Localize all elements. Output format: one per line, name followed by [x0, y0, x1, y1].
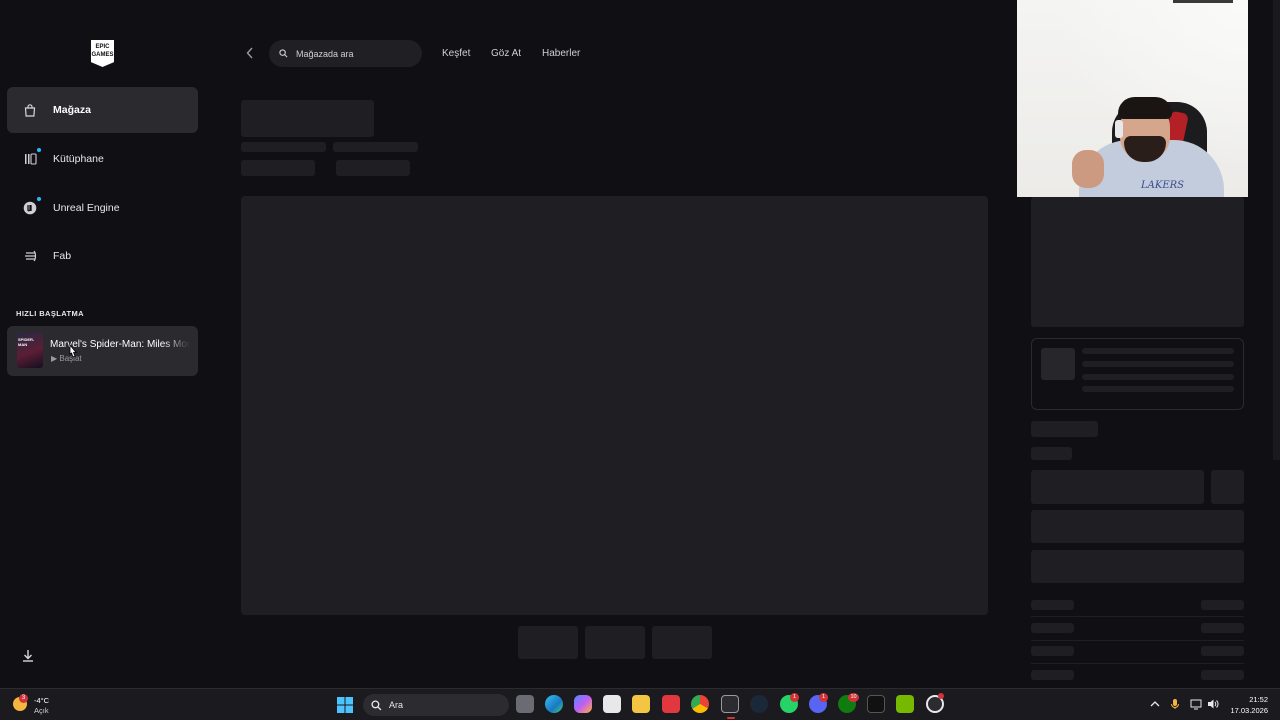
- divider: [1031, 616, 1244, 617]
- nav-link-news[interactable]: Haberler: [542, 48, 580, 59]
- chrome-icon[interactable]: [691, 695, 709, 713]
- sidebar-item-label: Kütüphane: [53, 153, 104, 165]
- notification-badge: 1: [819, 693, 828, 702]
- copilot-icon[interactable]: [574, 695, 592, 713]
- skeleton-line: [1082, 361, 1234, 367]
- sidebar-item-label: Unreal Engine: [53, 202, 120, 214]
- recording-dot: [938, 693, 944, 699]
- epic-games-icon[interactable]: [721, 695, 739, 713]
- amazon-icon[interactable]: [867, 695, 885, 713]
- search-input[interactable]: [296, 48, 406, 59]
- sidebar-item-library[interactable]: Kütüphane: [7, 136, 198, 182]
- sidebar-item-fab[interactable]: Fab: [7, 233, 198, 279]
- epic-games-logo[interactable]: EPIC GAMES: [91, 40, 114, 67]
- skeleton-thumbnail: [585, 626, 645, 659]
- skeleton-line: [1031, 623, 1074, 633]
- skeleton-line: [1201, 623, 1244, 633]
- clock-date: 17.03.2026: [1230, 706, 1268, 715]
- skeleton-button: [1031, 510, 1244, 543]
- network-icon[interactable]: [1190, 698, 1202, 710]
- notification-dot: [37, 197, 41, 201]
- scrollbar[interactable]: [1273, 0, 1280, 460]
- skeleton-line: [1031, 646, 1074, 656]
- skeleton-button: [1031, 550, 1244, 583]
- epic-games-launcher: EPIC GAMES Mağaza Kütüphane Unreal Engine: [0, 0, 1280, 688]
- store-icon[interactable]: [603, 695, 621, 713]
- skeleton-cover: [1031, 197, 1244, 327]
- skeleton-line: [241, 142, 326, 152]
- task-view-icon[interactable]: [516, 695, 534, 713]
- taskbar: 3 -4°C Açık Ara 1 1 10 21:52 17.03.2026: [0, 688, 1280, 720]
- notification-badge: 1: [790, 693, 799, 702]
- store-search-bar[interactable]: [269, 40, 422, 67]
- shirt-logo: LAKERS: [1141, 180, 1185, 191]
- skeleton-line: [1201, 646, 1244, 656]
- search-icon: [279, 49, 288, 58]
- skeleton-badge: [1031, 421, 1098, 437]
- skeleton-button: [1031, 470, 1204, 504]
- skeleton-line: [1082, 374, 1234, 380]
- streamer-hand: [1072, 150, 1104, 188]
- windows-start-icon[interactable]: [337, 697, 353, 713]
- quick-launch-title: HIZLI BAŞLATMA: [16, 309, 84, 318]
- chevron-left-icon: [246, 47, 253, 59]
- taskbar-search[interactable]: Ara: [363, 694, 509, 716]
- skeleton-line: [333, 142, 418, 152]
- game-thumbnail: SPIDER-MAN: [17, 333, 43, 368]
- taskbar-search-label: Ara: [389, 700, 404, 710]
- fab-icon: [23, 249, 37, 263]
- bag-icon: [23, 103, 37, 117]
- skeleton-button: [1211, 470, 1244, 504]
- unreal-icon: [23, 197, 41, 215]
- sidebar: EPIC GAMES Mağaza Kütüphane Unreal Engine: [0, 0, 210, 688]
- system-clock[interactable]: 21:52 17.03.2026: [1226, 694, 1268, 716]
- edge-icon[interactable]: [545, 695, 563, 713]
- sidebar-item-unreal-engine[interactable]: Unreal Engine: [7, 185, 198, 231]
- wps-icon[interactable]: [662, 695, 680, 713]
- nav-link-browse[interactable]: Göz At: [491, 48, 521, 59]
- headset: [1115, 120, 1123, 138]
- weather-widget[interactable]: 3 -4°C Açık: [13, 694, 53, 716]
- sidebar-item-label: Mağaza: [53, 104, 91, 116]
- skeleton-hero-media: [241, 196, 988, 615]
- notification-dot: [37, 148, 41, 152]
- mouse-cursor-icon: [69, 344, 77, 358]
- webcam-overlay: LAKERS: [1017, 0, 1248, 197]
- notification-badge: 10: [848, 693, 859, 702]
- skeleton-thumbnail: [652, 626, 712, 659]
- skeleton-price: [1031, 447, 1072, 460]
- file-explorer-icon[interactable]: [632, 695, 650, 713]
- quick-launch-item[interactable]: SPIDER-MAN Marvel's Spider-Man: Miles Mo…: [7, 326, 198, 376]
- weather-badge: 3: [19, 694, 28, 703]
- download-icon[interactable]: [20, 648, 36, 664]
- skeleton-tag: [336, 160, 410, 176]
- divider: [1031, 640, 1244, 641]
- sidebar-item-label: Fab: [53, 250, 72, 262]
- back-button[interactable]: [246, 47, 254, 62]
- skeleton-line: [1201, 670, 1244, 680]
- volume-icon[interactable]: [1207, 698, 1219, 710]
- nvidia-icon[interactable]: [896, 695, 914, 713]
- clock-time: 21:52: [1249, 695, 1268, 704]
- search-icon: [371, 699, 382, 710]
- nav-link-discover[interactable]: Keşfet: [442, 48, 470, 59]
- divider: [1031, 663, 1244, 664]
- chevron-up-icon[interactable]: [1149, 698, 1161, 710]
- skeleton-line: [1082, 386, 1234, 392]
- sidebar-item-store[interactable]: Mağaza: [7, 87, 198, 133]
- skeleton-title: [241, 100, 374, 137]
- steam-icon[interactable]: [750, 695, 768, 713]
- skeleton-thumbnail: [518, 626, 578, 659]
- weather-condition: Açık: [34, 706, 49, 715]
- library-icon: [23, 148, 41, 166]
- weather-temp: -4°C: [34, 696, 50, 705]
- skeleton-avatar: [1041, 348, 1075, 380]
- active-app-indicator: [727, 717, 735, 719]
- microphone-icon[interactable]: [1169, 698, 1181, 710]
- skeleton-line: [1031, 670, 1074, 680]
- skeleton-line: [1082, 348, 1234, 354]
- skeleton-tag: [241, 160, 315, 176]
- skeleton-line: [1031, 600, 1074, 610]
- skeleton-line: [1201, 600, 1244, 610]
